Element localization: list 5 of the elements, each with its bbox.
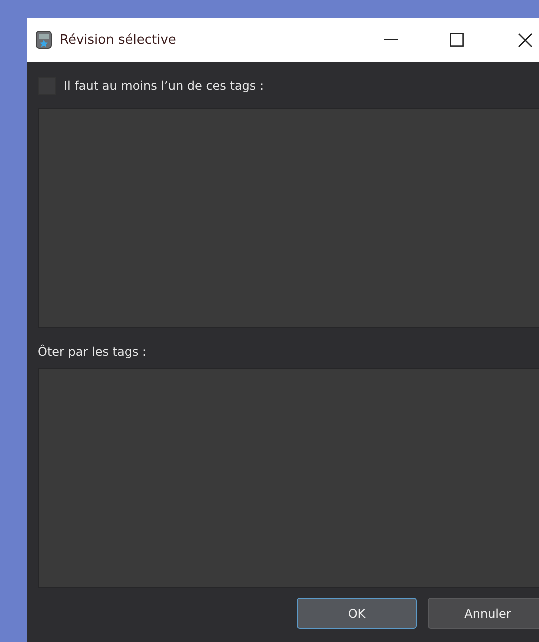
window-title: Révision sélective (60, 32, 178, 48)
cancel-button[interactable]: Annuler (428, 598, 539, 629)
ok-button[interactable]: OK (297, 598, 417, 629)
checkbox-label: Il faut au moins l’un de ces tags : (64, 79, 264, 93)
section-label: Ôter par les tags : (38, 344, 148, 361)
